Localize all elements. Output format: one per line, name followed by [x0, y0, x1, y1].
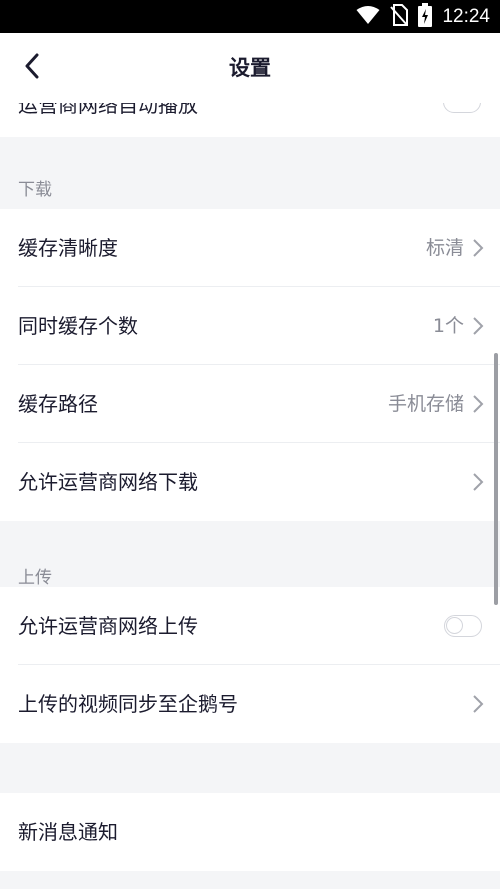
upload-section-header: 上传: [18, 568, 52, 588]
battery-charging-icon: [418, 2, 433, 31]
new-message-notification-label: 新消息通知: [18, 820, 118, 844]
settings-list[interactable]: 运营商网络自动播放 下载 缓存清晰度 标清 同时缓存个数 1个 缓存路径 手机存…: [0, 103, 500, 889]
concurrent-cache-label: 同时缓存个数: [18, 314, 138, 338]
status-time: 12:24: [442, 5, 490, 27]
cache-quality-label: 缓存清晰度: [18, 236, 118, 260]
cellular-upload-row[interactable]: 允许运营商网络上传: [0, 587, 500, 665]
chevron-right-icon: [473, 239, 484, 257]
concurrent-cache-value: 1个: [432, 315, 464, 337]
chevron-right-icon: [473, 395, 484, 413]
concurrent-cache-row[interactable]: 同时缓存个数 1个: [0, 287, 500, 365]
page-title: 设置: [229, 56, 271, 80]
chevron-right-icon: [473, 317, 484, 335]
cellular-upload-toggle[interactable]: [444, 615, 482, 637]
cache-quality-row[interactable]: 缓存清晰度 标清: [0, 209, 500, 287]
cache-path-label: 缓存路径: [18, 392, 98, 416]
nav-bar: 设置: [0, 33, 500, 103]
cache-quality-value: 标清: [425, 237, 464, 259]
wifi-icon: [356, 5, 380, 29]
chevron-right-icon: [473, 473, 484, 491]
sync-penguin-label: 上传的视频同步至企鹅号: [18, 692, 238, 716]
autoplay-cellular-label: 运营商网络自动播放: [18, 103, 198, 117]
cache-path-row[interactable]: 缓存路径 手机存储: [0, 365, 500, 443]
sync-penguin-row[interactable]: 上传的视频同步至企鹅号: [0, 665, 500, 743]
cellular-download-label: 允许运营商网络下载: [18, 470, 198, 494]
autoplay-cellular-toggle[interactable]: [443, 103, 481, 113]
new-message-notification-row[interactable]: 新消息通知: [0, 793, 500, 871]
cellular-upload-label: 允许运营商网络上传: [18, 614, 198, 638]
no-sim-icon: [390, 3, 409, 30]
cellular-download-row[interactable]: 允许运营商网络下载: [0, 443, 500, 521]
chevron-right-icon: [473, 695, 484, 713]
status-bar: 12:24: [0, 0, 500, 33]
autoplay-cellular-row[interactable]: 运营商网络自动播放: [0, 103, 500, 137]
toggle-knob: [446, 617, 463, 634]
cache-path-value: 手机存储: [387, 393, 464, 415]
download-section-header: 下载: [18, 180, 52, 200]
scrollbar[interactable]: [494, 353, 498, 605]
status-icons: 12:24: [356, 0, 490, 33]
